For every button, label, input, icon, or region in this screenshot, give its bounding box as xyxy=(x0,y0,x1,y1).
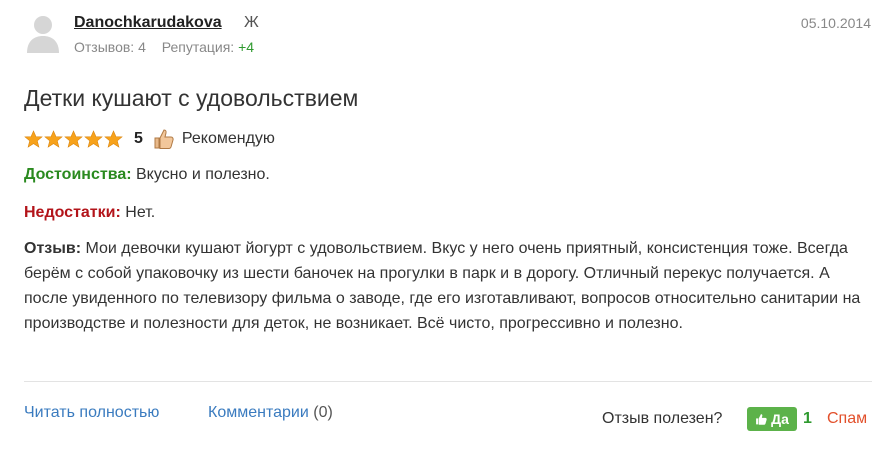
cons-text: Нет. xyxy=(125,204,156,221)
spam-link[interactable]: Спам xyxy=(827,410,867,428)
pros-line: Достоинства: Вкусно и полезно. xyxy=(24,166,270,184)
read-full-link[interactable]: Читать полностью xyxy=(24,404,159,422)
rating-value: 5 xyxy=(134,130,143,147)
review-date: 05.10.2014 xyxy=(800,15,871,31)
star-icon xyxy=(24,129,43,148)
author-gender: Ж xyxy=(244,14,259,31)
star-icon xyxy=(64,129,83,148)
pros-label: Достоинства: xyxy=(24,166,132,183)
reputation-label: Репутация: xyxy=(161,39,235,55)
divider xyxy=(24,381,872,382)
review-body: Отзыв: Мои девочки кушают йогурт с удово… xyxy=(24,236,864,336)
helpful-question: Отзыв полезен? xyxy=(602,410,723,427)
reputation-value: +4 xyxy=(238,39,255,55)
thumbs-up-icon xyxy=(756,413,767,425)
comments-count: (0) xyxy=(313,404,333,421)
cons-label: Недостатки: xyxy=(24,204,121,221)
author-username-link[interactable]: Danochkarudakova xyxy=(74,14,222,32)
pros-text: Вкусно и полезно. xyxy=(136,166,270,183)
star-icon xyxy=(104,129,123,148)
helpful-yes-count: 1 xyxy=(803,410,812,427)
rating-row: 5 Рекомендую xyxy=(24,126,275,152)
star-icon xyxy=(44,129,63,148)
comments-label[interactable]: Комментарии xyxy=(208,404,309,421)
reviews-count: Отзывов: 4 xyxy=(74,39,146,55)
review-body-text: Мои девочки кушают йогурт с удовольствие… xyxy=(24,240,861,332)
rating-stars xyxy=(24,129,123,149)
review-title: Детки кушают с удовольствием xyxy=(24,85,359,111)
user-avatar-icon xyxy=(27,16,59,53)
helpful-yes-label[interactable]: Да xyxy=(771,411,789,427)
review-body-label: Отзыв: xyxy=(24,240,82,257)
thumbs-up-icon xyxy=(154,129,174,149)
recommend-label: Рекомендую xyxy=(181,130,275,147)
star-icon xyxy=(84,129,103,148)
helpful-yes-button[interactable]: Да xyxy=(747,407,797,431)
comments-link[interactable]: Комментарии (0) xyxy=(208,404,333,422)
cons-line: Недостатки: Нет. xyxy=(24,204,155,222)
author-meta: Отзывов: 4 Репутация: +4 xyxy=(74,39,254,55)
